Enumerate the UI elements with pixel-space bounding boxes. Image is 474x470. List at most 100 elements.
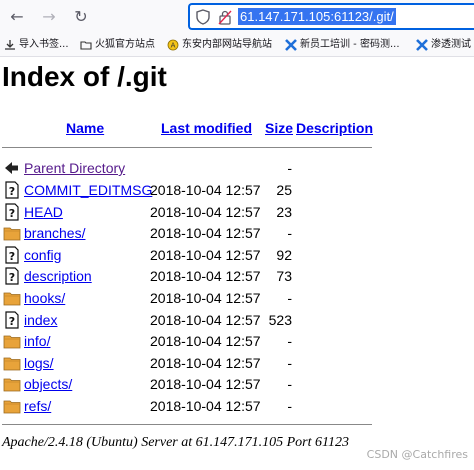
x-logo-icon bbox=[285, 39, 297, 51]
file-date: 2018-10-04 12:57 bbox=[150, 225, 261, 242]
svg-text:?: ? bbox=[9, 315, 15, 328]
file-date: 2018-10-04 12:57 bbox=[150, 268, 261, 285]
table-row: ? index 2018-10-04 12:57 523 bbox=[0, 310, 474, 330]
file-date: 2018-10-04 12:57 bbox=[150, 290, 261, 306]
header-divider bbox=[2, 147, 372, 148]
folder-icon bbox=[3, 335, 21, 349]
table-row: ? config 2018-10-04 12:57 92 bbox=[0, 245, 474, 265]
file-date: 2018-10-04 12:57 bbox=[150, 333, 261, 350]
file-link[interactable]: config bbox=[24, 247, 61, 263]
file-link[interactable]: logs/ bbox=[24, 355, 54, 371]
site-icon: A bbox=[167, 39, 179, 51]
svg-text:A: A bbox=[171, 42, 176, 50]
file-size: 25 bbox=[276, 182, 292, 198]
bookmark-label: 导入书签... bbox=[19, 39, 69, 50]
bookmarks-bar: 导入书签... 火狐官方站点 A 东安内部网站导航站 新员工培训 - 密码测..… bbox=[0, 34, 474, 57]
file-date: 2018-10-04 12:57 bbox=[150, 246, 261, 263]
svg-text:?: ? bbox=[9, 185, 15, 198]
file-icon: ? bbox=[5, 267, 19, 285]
server-signature: Apache/2.4.18 (Ubuntu) Server at 61.147.… bbox=[2, 435, 349, 450]
file-link[interactable]: refs/ bbox=[24, 398, 51, 414]
back-button[interactable]: ← bbox=[6, 6, 28, 28]
bookmark-label: 渗透测试 bbox=[431, 39, 471, 50]
file-date: 2018-10-04 12:57 bbox=[150, 376, 261, 393]
file-size: 523 bbox=[268, 311, 292, 328]
folder-icon bbox=[3, 227, 21, 241]
file-link[interactable]: branches/ bbox=[24, 225, 85, 241]
reload-icon: ↻ bbox=[74, 7, 88, 26]
bookmark-intranet[interactable]: A 东安内部网站导航站 bbox=[167, 37, 272, 53]
file-date: 2018-10-04 12:57 bbox=[150, 311, 261, 328]
file-link[interactable]: index bbox=[24, 312, 57, 328]
shield-icon[interactable] bbox=[196, 9, 210, 25]
column-header-last-modified[interactable]: Last modified bbox=[161, 120, 252, 136]
file-link[interactable]: hooks/ bbox=[24, 290, 65, 306]
bookmark-firefox-site[interactable]: 火狐官方站点 bbox=[80, 37, 155, 53]
column-header-name[interactable]: Name bbox=[66, 120, 104, 136]
file-link[interactable]: info/ bbox=[24, 333, 50, 349]
column-header-size[interactable]: Size bbox=[265, 120, 293, 136]
arrow-left-icon: ← bbox=[10, 7, 24, 26]
arrow-right-icon: → bbox=[42, 7, 56, 26]
column-header-description[interactable]: Description bbox=[296, 120, 373, 136]
bookmark-label: 新员工培训 - 密码测... bbox=[300, 39, 400, 50]
footer-divider bbox=[2, 424, 372, 425]
url-text[interactable]: 61.147.171.105:61123/.git/ bbox=[238, 8, 396, 25]
file-size: - bbox=[287, 225, 292, 242]
import-icon bbox=[5, 40, 15, 50]
file-icon: ? bbox=[5, 246, 19, 264]
file-icon: ? bbox=[5, 181, 19, 199]
file-size: - bbox=[287, 398, 292, 414]
file-date: 2018-10-04 12:57 bbox=[150, 203, 261, 220]
file-size: 73 bbox=[276, 268, 292, 285]
table-row: branches/2018-10-04 12:57 - bbox=[0, 223, 474, 243]
forward-button[interactable]: → bbox=[38, 6, 60, 28]
folder-icon bbox=[3, 292, 21, 306]
watermark: CSDN @Catchfires bbox=[366, 448, 468, 461]
back-arrow-icon bbox=[5, 162, 18, 174]
folder-icon bbox=[3, 378, 21, 392]
insecure-lock-icon[interactable] bbox=[218, 9, 232, 25]
page-title: Index of /.git bbox=[2, 61, 167, 92]
table-row: ? HEAD 2018-10-04 12:57 23 bbox=[0, 202, 474, 222]
file-icon: ? bbox=[5, 310, 19, 329]
file-link[interactable]: description bbox=[24, 268, 92, 284]
reload-button[interactable]: ↻ bbox=[70, 6, 92, 28]
svg-text:?: ? bbox=[9, 271, 15, 284]
folder-icon bbox=[80, 41, 92, 50]
folder-icon bbox=[3, 357, 21, 371]
table-row: logs/2018-10-04 12:57 - bbox=[0, 353, 474, 373]
parent-directory-link[interactable]: Parent Directory bbox=[24, 160, 125, 176]
file-size: - bbox=[287, 333, 292, 350]
parent-directory-row: Parent Directory - bbox=[0, 158, 474, 178]
table-row: refs/2018-10-04 12:57 - bbox=[0, 396, 474, 416]
file-size: - bbox=[287, 290, 292, 306]
svg-text:?: ? bbox=[9, 207, 15, 220]
bookmark-pentest[interactable]: 渗透测试 bbox=[416, 37, 471, 53]
file-size: 23 bbox=[276, 203, 292, 220]
bookmark-import[interactable]: 导入书签... bbox=[4, 37, 69, 53]
table-row: ? COMMIT_EDITMSG 2018-10-04 12:57 25 bbox=[0, 180, 474, 200]
file-date: 2018-10-04 12:57 bbox=[150, 182, 261, 198]
file-size: 92 bbox=[276, 246, 292, 263]
x-logo-icon bbox=[416, 39, 428, 51]
table-row: ? description 2018-10-04 12:57 73 bbox=[0, 266, 474, 286]
browser-toolbar: ← → ↻ 61.147.171.105:61123/.git/ bbox=[0, 0, 474, 34]
file-size: - bbox=[287, 376, 292, 393]
file-link[interactable]: HEAD bbox=[24, 204, 63, 220]
file-date: 2018-10-04 12:57 bbox=[150, 354, 261, 371]
file-date: 2018-10-04 12:57 bbox=[150, 398, 261, 414]
table-row: hooks/2018-10-04 12:57 - bbox=[0, 288, 474, 308]
table-row: objects/2018-10-04 12:57 - bbox=[0, 374, 474, 394]
table-row: info/2018-10-04 12:57 - bbox=[0, 331, 474, 351]
file-size: - bbox=[287, 354, 292, 371]
file-icon: ? bbox=[5, 202, 19, 221]
parent-size: - bbox=[287, 160, 292, 176]
file-link[interactable]: objects/ bbox=[24, 376, 72, 392]
address-bar[interactable]: 61.147.171.105:61123/.git/ bbox=[188, 3, 474, 30]
svg-text:?: ? bbox=[9, 250, 15, 263]
bookmark-training[interactable]: 新员工培训 - 密码测... bbox=[285, 37, 400, 53]
bookmark-label: 东安内部网站导航站 bbox=[182, 39, 272, 50]
bookmark-label: 火狐官方站点 bbox=[95, 39, 155, 50]
file-link[interactable]: COMMIT_EDITMSG bbox=[24, 182, 152, 198]
